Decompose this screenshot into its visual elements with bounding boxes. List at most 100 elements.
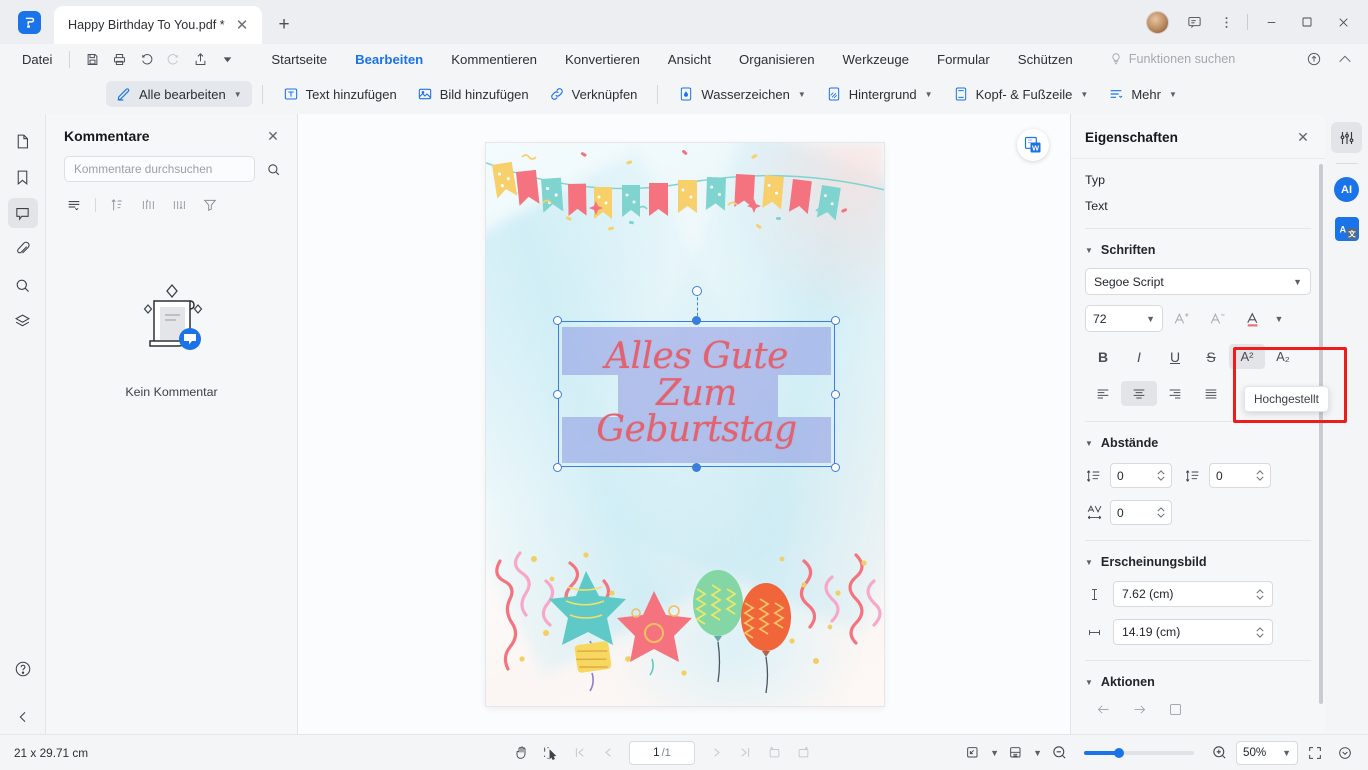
chevron-down-icon[interactable]: ▼ bbox=[990, 748, 999, 758]
chevron-down-icon[interactable]: ▼ bbox=[1033, 748, 1042, 758]
collapse-sidebar-icon[interactable] bbox=[8, 702, 38, 732]
action-button-1[interactable] bbox=[1085, 697, 1121, 722]
zoom-slider-knob[interactable] bbox=[1114, 747, 1124, 758]
close-comments-panel-icon[interactable]: ✕ bbox=[263, 126, 283, 146]
paragraph-spacing-input[interactable]: 0 bbox=[1209, 463, 1271, 488]
page-layout-button[interactable] bbox=[1003, 741, 1029, 765]
menu-item-organisieren[interactable]: Organisieren bbox=[725, 48, 829, 71]
sidebar-item-attachments[interactable] bbox=[8, 234, 38, 264]
ribbon-more[interactable]: Mehr ▼ bbox=[1098, 81, 1187, 107]
font-color-button[interactable] bbox=[1235, 305, 1271, 332]
avatar[interactable] bbox=[1146, 10, 1169, 34]
ribbon-watermark[interactable]: Wasserzeichen ▼ bbox=[668, 81, 815, 107]
spacing-section-header[interactable]: ▼ Abstände bbox=[1085, 436, 1311, 450]
resize-handle-nw[interactable] bbox=[553, 316, 562, 325]
resize-handle-w[interactable] bbox=[553, 390, 562, 399]
menu-item-startseite[interactable]: Startseite bbox=[257, 48, 341, 71]
character-spacing-input[interactable]: 0 bbox=[1110, 500, 1172, 525]
more-options-icon[interactable] bbox=[1211, 7, 1241, 37]
underline-button[interactable]: U bbox=[1157, 344, 1193, 369]
align-right-button[interactable] bbox=[1157, 381, 1193, 406]
stepper-icon[interactable] bbox=[1256, 588, 1264, 600]
ribbon-link[interactable]: Verknüpfen bbox=[539, 81, 648, 107]
filter-icon[interactable] bbox=[200, 195, 220, 215]
list-view-icon[interactable] bbox=[64, 195, 84, 215]
zoom-in-button[interactable] bbox=[1206, 741, 1232, 765]
fullscreen-button[interactable] bbox=[1302, 741, 1328, 765]
page-number-input[interactable]: 1 /1 bbox=[629, 740, 695, 765]
minimize-button[interactable] bbox=[1254, 7, 1288, 37]
resize-handle-e[interactable] bbox=[831, 390, 840, 399]
search-icon[interactable] bbox=[263, 159, 283, 179]
ribbon-add-image[interactable]: Bild hinzufügen bbox=[407, 81, 539, 107]
font-size-select[interactable]: 72 ▼ bbox=[1085, 305, 1163, 332]
undo-icon[interactable] bbox=[133, 47, 160, 71]
resize-handle-sw[interactable] bbox=[553, 463, 562, 472]
ribbon-background[interactable]: Hintergrund ▼ bbox=[816, 81, 943, 107]
fonts-section-header[interactable]: ▼ Schriften bbox=[1085, 243, 1311, 257]
font-family-select[interactable]: Segoe Script ▼ bbox=[1085, 268, 1311, 295]
action-button-2[interactable] bbox=[1121, 697, 1157, 722]
ribbon-add-text[interactable]: Text hinzufügen bbox=[273, 81, 407, 107]
document-tab[interactable]: Happy Birthday To You.pdf * ✕ bbox=[54, 6, 262, 44]
properties-scrollbar[interactable] bbox=[1319, 164, 1323, 704]
align-center-button[interactable] bbox=[1121, 381, 1157, 406]
pan-tool-button[interactable] bbox=[508, 741, 534, 765]
align-justify-button[interactable] bbox=[1193, 381, 1229, 406]
menu-item-formular[interactable]: Formular bbox=[923, 48, 1004, 71]
select-tool-button[interactable] bbox=[537, 741, 563, 765]
zoom-slider[interactable] bbox=[1084, 747, 1194, 758]
menu-item-ansicht[interactable]: Ansicht bbox=[654, 48, 725, 71]
maximize-button[interactable] bbox=[1290, 7, 1324, 37]
ribbon-header-footer[interactable]: Kopf- & Fußzeile ▼ bbox=[943, 81, 1099, 107]
feedback-icon[interactable] bbox=[1179, 7, 1209, 37]
stepper-icon[interactable] bbox=[1256, 626, 1264, 638]
bold-button[interactable]: B bbox=[1085, 344, 1121, 369]
close-tab-icon[interactable]: ✕ bbox=[232, 15, 252, 35]
new-tab-button[interactable]: + bbox=[272, 12, 296, 36]
menu-file[interactable]: Datei bbox=[14, 49, 60, 70]
document-canvas[interactable]: Alles Gute Zum Geburtstag W bbox=[298, 114, 1070, 734]
upload-cloud-icon[interactable] bbox=[1300, 47, 1327, 71]
sidebar-item-comments[interactable] bbox=[7, 198, 38, 228]
resize-handle-n[interactable] bbox=[692, 316, 701, 325]
stepper-icon[interactable] bbox=[1157, 507, 1165, 518]
sort-ascending-icon[interactable] bbox=[138, 195, 158, 215]
resize-handle-se[interactable] bbox=[831, 463, 840, 472]
rotation-handle[interactable] bbox=[691, 286, 702, 296]
help-icon[interactable] bbox=[8, 654, 38, 684]
fit-mode-button[interactable] bbox=[960, 741, 986, 765]
menu-item-kommentieren[interactable]: Kommentieren bbox=[437, 48, 551, 71]
sidebar-item-bookmarks[interactable] bbox=[8, 162, 38, 192]
selected-text-object[interactable]: Alles Gute Zum Geburtstag bbox=[553, 286, 840, 472]
close-properties-icon[interactable]: ✕ bbox=[1293, 127, 1313, 147]
subscript-button[interactable]: A₂ bbox=[1265, 344, 1301, 369]
expand-statusbar-button[interactable] bbox=[1332, 741, 1358, 765]
properties-panel-toggle[interactable] bbox=[1331, 122, 1362, 153]
menu-item-bearbeiten[interactable]: Bearbeiten bbox=[341, 48, 437, 77]
quick-access-dropdown-icon[interactable] bbox=[214, 47, 241, 71]
comments-search-input[interactable] bbox=[64, 156, 255, 182]
sort-az-icon[interactable] bbox=[107, 195, 127, 215]
menu-item-konvertieren[interactable]: Konvertieren bbox=[551, 48, 654, 71]
align-left-button[interactable] bbox=[1085, 381, 1121, 406]
height-input[interactable]: 7.62 (cm) bbox=[1113, 581, 1273, 607]
increase-font-size-button[interactable] bbox=[1163, 305, 1199, 332]
save-icon[interactable] bbox=[79, 47, 106, 71]
sidebar-item-layers[interactable] bbox=[8, 306, 38, 336]
word-convert-badge-icon[interactable]: W bbox=[1017, 129, 1049, 161]
ai-assistant-button[interactable]: AI bbox=[1331, 174, 1362, 205]
superscript-button[interactable]: A² bbox=[1229, 344, 1265, 369]
decrease-font-size-button[interactable] bbox=[1199, 305, 1235, 332]
actions-section-header[interactable]: ▼ Aktionen bbox=[1085, 675, 1311, 689]
stepper-icon[interactable] bbox=[1157, 470, 1165, 481]
line-spacing-input[interactable]: 0 bbox=[1110, 463, 1172, 488]
width-input[interactable]: 14.19 (cm) bbox=[1113, 619, 1273, 645]
italic-button[interactable]: I bbox=[1121, 344, 1157, 369]
sidebar-item-search[interactable] bbox=[8, 270, 38, 300]
stepper-icon[interactable] bbox=[1256, 470, 1264, 481]
strikethrough-button[interactable]: S bbox=[1193, 344, 1229, 369]
print-icon[interactable] bbox=[106, 47, 133, 71]
action-button-3[interactable] bbox=[1157, 697, 1193, 722]
share-icon[interactable] bbox=[187, 47, 214, 71]
